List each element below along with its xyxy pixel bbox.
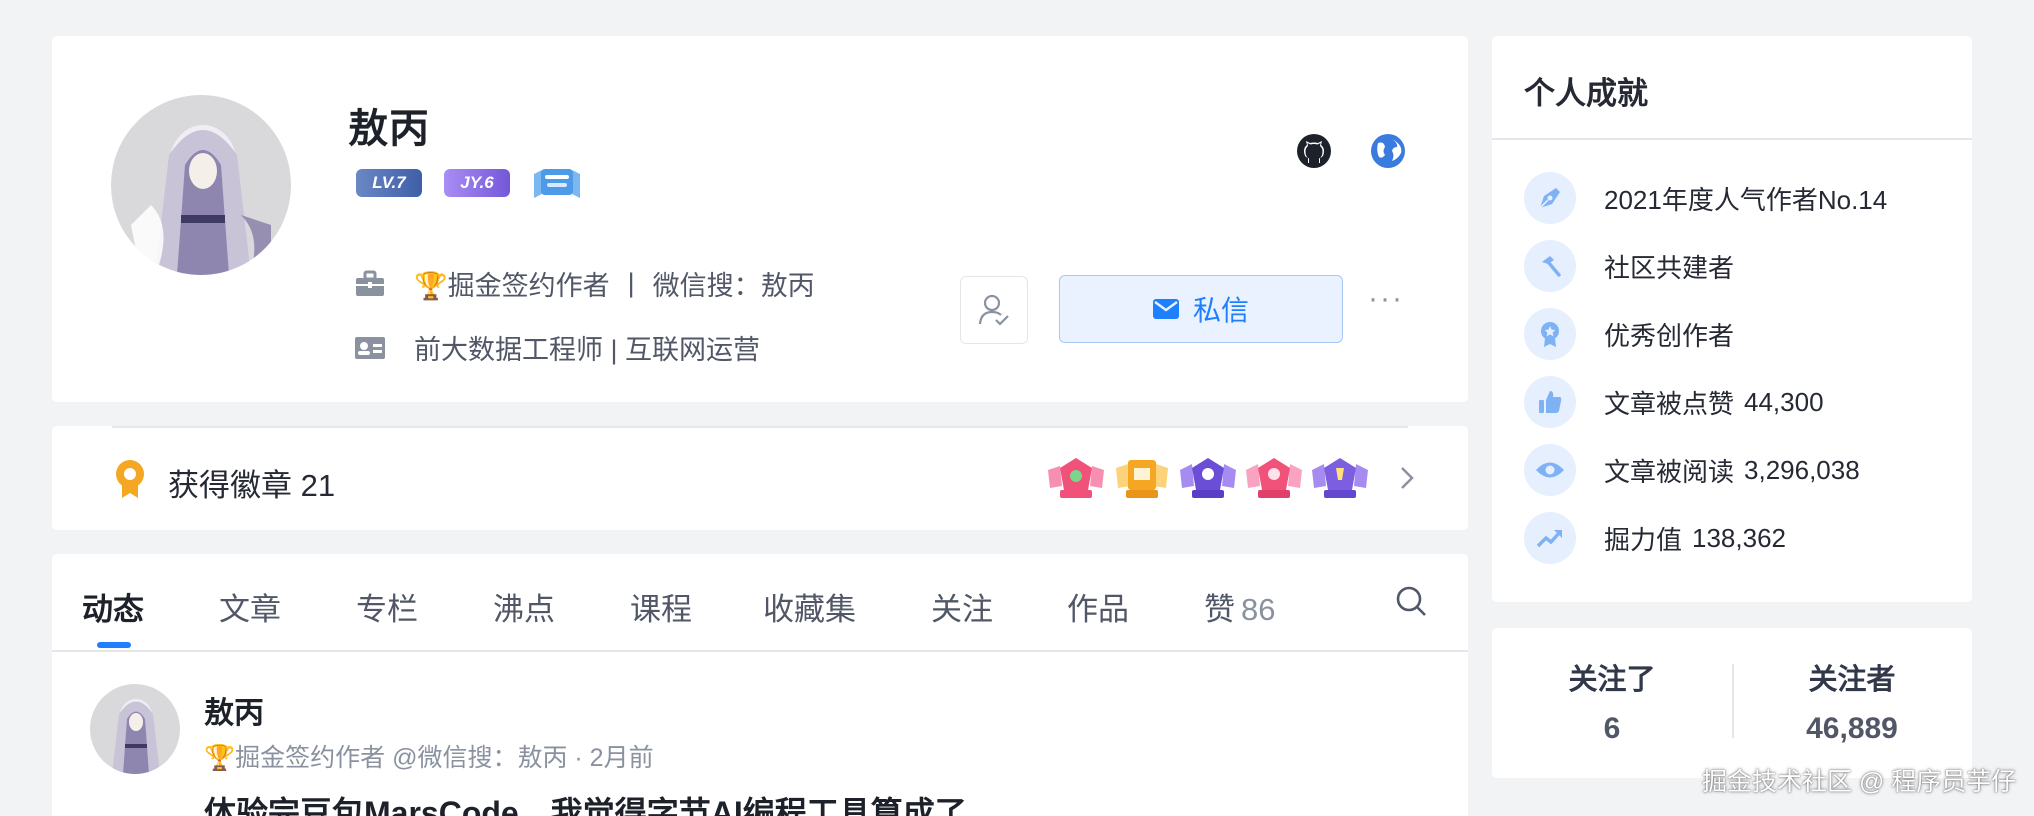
search-icon[interactable] <box>1394 584 1428 618</box>
tab-columns[interactable]: 专栏 <box>356 584 418 629</box>
achievement-label: 掘力值 <box>1604 524 1683 555</box>
medal-icon <box>116 460 144 498</box>
tab-courses[interactable]: 课程 <box>630 584 692 629</box>
achievement-label: 文章被阅读 <box>1604 456 1735 487</box>
avatar[interactable] <box>111 95 291 275</box>
badge-icon[interactable] <box>1178 456 1238 502</box>
following-count: 6 <box>1603 712 1621 745</box>
likes-count: 86 <box>1241 592 1276 627</box>
achievement-item: 掘力值 138,362 <box>1524 512 1786 564</box>
tab-articles[interactable]: 文章 <box>219 584 281 629</box>
trend-icon <box>1536 530 1562 548</box>
feed-card: 动态 文章 专栏 沸点 课程 收藏集 关注 作品 赞 86 敖丙 🏆掘金签约作者 … <box>52 554 1468 816</box>
badges-count-label: 获得徽章 21 <box>168 468 336 503</box>
follow-stats-card: 关注了 6 关注者 46,889 <box>1492 628 1972 778</box>
tab-works[interactable]: 作品 <box>1067 584 1129 629</box>
title-row: 🏆掘金签约作者 | 微信搜：敖丙 <box>354 264 815 303</box>
followers-stat[interactable]: 关注者 46,889 <box>1732 656 1972 746</box>
jy-badge[interactable]: JY.6 <box>444 169 510 197</box>
achievements-card: 个人成就 2021年度人气作者No.14 社区共建者 优秀创作者 文章被点赞 4… <box>1492 36 1972 602</box>
eye-icon <box>1536 462 1564 478</box>
tab-likes-label: 赞 <box>1204 592 1235 627</box>
achievement-label: 2021年度人气作者No.14 <box>1604 184 1888 215</box>
level-badges: LV.7 JY.6 <box>356 166 582 200</box>
globe-icon[interactable] <box>1370 133 1406 169</box>
post-author-avatar[interactable] <box>90 684 180 774</box>
wechat-label: 微信搜：敖丙 <box>652 271 815 301</box>
achievement-item: 文章被点赞 44,300 <box>1524 376 1824 428</box>
github-icon[interactable] <box>1296 133 1332 169</box>
thumbs-up-icon <box>1539 391 1562 413</box>
badge-list <box>1046 456 1370 502</box>
achievement-label: 文章被点赞 <box>1604 388 1735 419</box>
followers-count: 46,889 <box>1806 712 1898 745</box>
badge-icon[interactable] <box>1112 456 1172 502</box>
achievement-item: 优秀创作者 <box>1524 308 1734 360</box>
reads-value: 3,296,038 <box>1744 454 1860 485</box>
id-card-icon <box>355 336 385 359</box>
achievement-item: 2021年度人气作者No.14 <box>1524 172 1887 224</box>
post-title[interactable]: 体验完豆包MarsCode，我觉得字节AI编程工具算成了 <box>204 788 967 816</box>
active-tab-indicator <box>97 642 131 648</box>
message-button[interactable]: 私信 <box>1059 275 1343 343</box>
profile-card: 敖丙 LV.7 JY.6 🏆掘金签约作者 | 微信搜：敖丙 前大数据工程师 | … <box>52 36 1468 402</box>
job-row: 前大数据工程师 | 互联网运营 <box>354 328 760 367</box>
ribbon-badge-icon[interactable] <box>532 166 582 200</box>
message-button-label: 私信 <box>1192 295 1249 326</box>
likes-value: 44,300 <box>1744 386 1824 417</box>
badge-icon[interactable] <box>1310 456 1370 502</box>
level-badge[interactable]: LV.7 <box>356 169 422 197</box>
badges-bar[interactable]: 获得徽章 21 <box>52 426 1468 530</box>
divider <box>1492 138 1972 140</box>
badge-icon[interactable] <box>1244 456 1304 502</box>
tab-activity[interactable]: 动态 <box>82 584 144 629</box>
badge-icon[interactable] <box>1046 456 1106 502</box>
tab-likes[interactable]: 赞 86 <box>1204 584 1275 629</box>
more-options-button[interactable]: ··· <box>1368 282 1404 316</box>
job-title: 前大数据工程师 | 互联网运营 <box>414 335 761 365</box>
user-name: 敖丙 <box>348 107 430 151</box>
follow-button[interactable] <box>960 276 1028 344</box>
watermark: 掘金技术社区 @ 程序员芋仔 <box>1702 768 2017 796</box>
signed-author-label: 🏆掘金签约作者 <box>414 271 610 301</box>
achievement-label: 优秀创作者 <box>1604 320 1735 351</box>
achievement-label: 社区共建者 <box>1604 252 1735 283</box>
power-value: 138,362 <box>1692 522 1786 553</box>
post-meta: 🏆掘金签约作者 @微信搜：敖丙 · 2月前 <box>204 744 654 772</box>
award-icon <box>1541 322 1559 347</box>
following-label: 关注了 <box>1568 664 1656 696</box>
divider: | <box>627 268 635 298</box>
achievement-item: 文章被阅读 3,296,038 <box>1524 444 1860 496</box>
pen-icon <box>1539 188 1560 209</box>
divider <box>112 426 1408 428</box>
user-check-icon <box>978 294 1009 326</box>
hammer-icon <box>1542 256 1561 277</box>
achievements-title: 个人成就 <box>1524 76 1648 111</box>
tab-collections[interactable]: 收藏集 <box>763 584 856 629</box>
briefcase-icon <box>356 270 384 296</box>
achievement-item: 社区共建者 <box>1524 240 1734 292</box>
mail-icon <box>1152 299 1179 319</box>
following-stat[interactable]: 关注了 6 <box>1492 656 1732 746</box>
chevron-right-icon[interactable] <box>1394 462 1420 494</box>
profile-tabs: 动态 文章 专栏 沸点 课程 收藏集 关注 作品 赞 86 <box>52 554 1468 652</box>
tab-following[interactable]: 关注 <box>931 584 993 629</box>
followers-label: 关注者 <box>1808 664 1896 696</box>
post-author-name[interactable]: 敖丙 <box>204 688 264 732</box>
tab-pins[interactable]: 沸点 <box>493 584 555 629</box>
